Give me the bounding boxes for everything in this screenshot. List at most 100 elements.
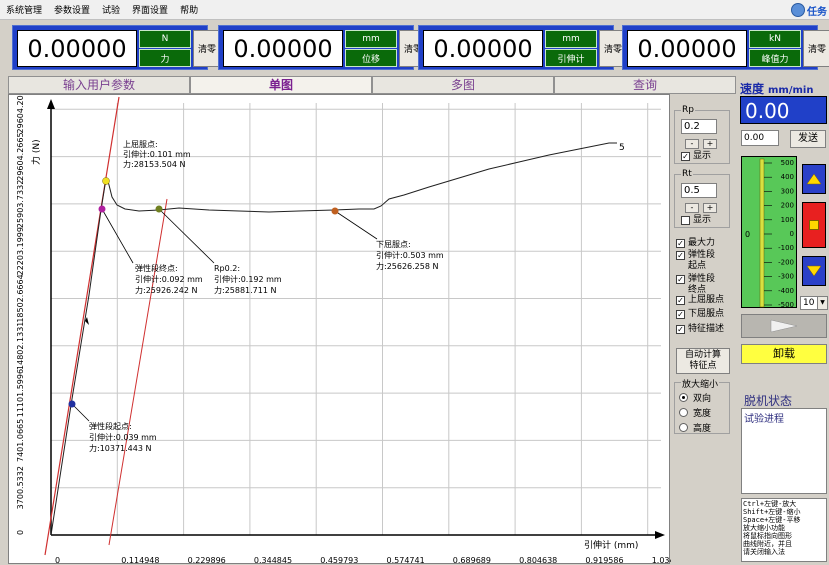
upper-yield-force: 力:28153.504 N (123, 159, 185, 169)
elastic-end-point[interactable] (98, 205, 106, 213)
lower-yield-title: 下屈服点: (376, 240, 411, 249)
run-button[interactable] (741, 314, 827, 338)
zoom-group-label: 放大缩小 (681, 377, 720, 390)
speed-up-button[interactable] (802, 164, 826, 194)
zoom-width-radio[interactable]: 宽度 (679, 406, 711, 419)
y-tick-label: 22203.1999 (16, 227, 25, 275)
rp-show-checkbox[interactable]: ✓ 显示 (681, 151, 711, 162)
rt-show-check-icon (681, 216, 690, 225)
elastic-end-title: 弹性段终点: (135, 263, 178, 273)
zoom-height-radio[interactable]: 高度 (679, 421, 711, 434)
send-button[interactable]: 发送 (790, 130, 826, 148)
offline-status: 脱机状态 (744, 394, 793, 408)
rt-plus-button[interactable]: + (703, 203, 717, 213)
readout-peak-force-value: 0.00000 (627, 30, 747, 67)
tab-query[interactable]: 查询 (554, 76, 736, 94)
peak-force-zero-button[interactable]: 清零 (803, 30, 829, 67)
y-tick-label: 7401.0665 (16, 419, 25, 462)
speed-panel: 速度 mm/min 0.00 0.00 发送 500 400 300 200 100 0 -1… (738, 76, 829, 564)
step-select[interactable]: 10 ▼ (800, 296, 828, 310)
elastic-start-point[interactable] (68, 400, 76, 408)
check-lower-yield[interactable]: ✓ 下屈服点 (676, 309, 724, 320)
x-axis-label: 引伸计 (mm) (584, 539, 638, 551)
menu-test[interactable]: 试验 (96, 3, 126, 16)
rt-minus-button[interactable]: - (685, 203, 699, 213)
rt-show-checkbox[interactable]: 显示 (681, 215, 711, 226)
curve-id-label: 5 (619, 143, 625, 153)
zoom-both-radio[interactable]: 双向 (679, 391, 711, 404)
readout-force-kind: 力 (139, 49, 191, 67)
rp-minus-button[interactable]: - (685, 139, 699, 149)
task-icon (791, 3, 805, 17)
readout-displacement-kind: 位移 (345, 49, 397, 67)
menu-ui[interactable]: 界面设置 (126, 3, 174, 16)
gauge-zero-label: 0 (745, 230, 750, 239)
rp02-title: Rp0.2: (214, 264, 240, 273)
tab-multi-plot[interactable]: 多图 (372, 76, 554, 94)
check-elastic-start[interactable]: ✓ 弹性段 起点 (676, 250, 715, 272)
elastic-start-force: 力:10371.443 N (89, 443, 151, 453)
menu-help[interactable]: 帮助 (174, 3, 204, 16)
speed-input[interactable]: 0.00 (741, 130, 779, 146)
readout-extensometer-kind: 引伸计 (545, 49, 597, 67)
y-tick-label: 14802.1331 (16, 322, 25, 370)
rp02-ext: 引伸计:0.192 mm (214, 274, 282, 284)
stop-button[interactable] (802, 202, 826, 248)
feature-controls: Rp 0.2 - + ✓ 显示 Rt 0.5 - + 显示 ✓ 最大力 ✓ 弹性段 … (672, 96, 734, 564)
speed-gauge[interactable]: 500 400 300 200 100 0 -100 -200 -300 -400 -500 0 (741, 156, 797, 309)
rt-input[interactable]: 0.5 (681, 183, 717, 198)
readout-extensometer: 0.00000 mm 引伸计 清零 (418, 25, 627, 70)
gauge-tick-label: 200 (781, 202, 794, 210)
unload-button[interactable]: 卸载 (741, 344, 827, 364)
rp-group: Rp 0.2 - + ✓ 显示 (674, 105, 730, 164)
y-tick-label: 18502.6664 (16, 274, 25, 322)
check-feature-desc[interactable]: ✓ 特征描述 (676, 324, 724, 335)
rp02-point[interactable] (155, 205, 163, 213)
gauge-tick-label: 500 (781, 159, 794, 167)
readout-peak-force-unit: kN (749, 30, 801, 48)
upper-yield-point[interactable] (102, 177, 110, 185)
rp-input[interactable]: 0.2 (681, 119, 717, 134)
elastic-start-title: 弹性段起点: (89, 421, 132, 431)
y-tick-label: 25903.7332 (16, 180, 25, 228)
tab-single-plot[interactable]: 单图 (190, 76, 372, 94)
play-icon (770, 319, 798, 333)
gauge-tick-label: -200 (778, 258, 794, 266)
speed-title: 速度 mm/min (740, 82, 814, 96)
lower-yield-point[interactable] (331, 207, 339, 215)
gauge-tick-label: -300 (778, 273, 794, 281)
menu-params[interactable]: 参数设置 (48, 3, 96, 16)
readout-extensometer-unit: mm (545, 30, 597, 48)
speed-down-button[interactable] (802, 256, 826, 286)
readout-displacement: 0.00000 mm 位移 清零 (218, 25, 427, 70)
rp-show-check-icon: ✓ (681, 152, 690, 161)
readout-peak-force: 0.00000 kN 峰值力 清零 (622, 25, 829, 70)
gauge-tick-label: -500 (778, 301, 794, 309)
gauge-tick-label: -100 (778, 244, 794, 252)
lower-yield-ext: 引伸计:0.503 mm (376, 250, 444, 260)
task-badge[interactable]: 任务 (791, 1, 827, 19)
rp-plus-button[interactable]: + (703, 139, 717, 149)
check-elastic-end[interactable]: ✓ 弹性段 终点 (676, 274, 715, 296)
check-max-force[interactable]: ✓ 最大力 (676, 238, 715, 249)
stress-strain-curve (50, 142, 617, 536)
rt-group-label: Rt (681, 169, 693, 179)
tab-user-params[interactable]: 输入用户参数 (8, 76, 190, 94)
zoom-group: 放大缩小 双向 宽度 高度 (674, 377, 730, 434)
menu-bar: 系统管理 参数设置 试验 界面设置 帮助 任务 (0, 0, 829, 20)
rt-group: Rt 0.5 - + 显示 (674, 169, 730, 228)
stop-icon (809, 220, 819, 230)
menu-system[interactable]: 系统管理 (0, 3, 48, 16)
y-tick-label: 3700.5332 (16, 466, 25, 509)
arrow-down-icon (806, 265, 822, 277)
gauge-tick-label: 100 (781, 216, 794, 224)
readout-displacement-unit: mm (345, 30, 397, 48)
auto-calc-button[interactable]: 自动计算 特征点 (676, 348, 730, 374)
gauge-tick-label: 400 (781, 173, 794, 181)
elastic-start-ext: 引伸计:0.039 mm (89, 432, 157, 442)
curve-plot[interactable]: 力 (N) 0 3700.5332 7401.0665 11101.5996 14802… (8, 94, 671, 565)
y-unit-label: 力 (N) (30, 139, 42, 165)
force-zero-button[interactable]: 清零 (193, 30, 221, 67)
readout-force: 0.00000 N 力 清零 (12, 25, 221, 70)
check-upper-yield[interactable]: ✓ 上屈服点 (676, 295, 724, 306)
